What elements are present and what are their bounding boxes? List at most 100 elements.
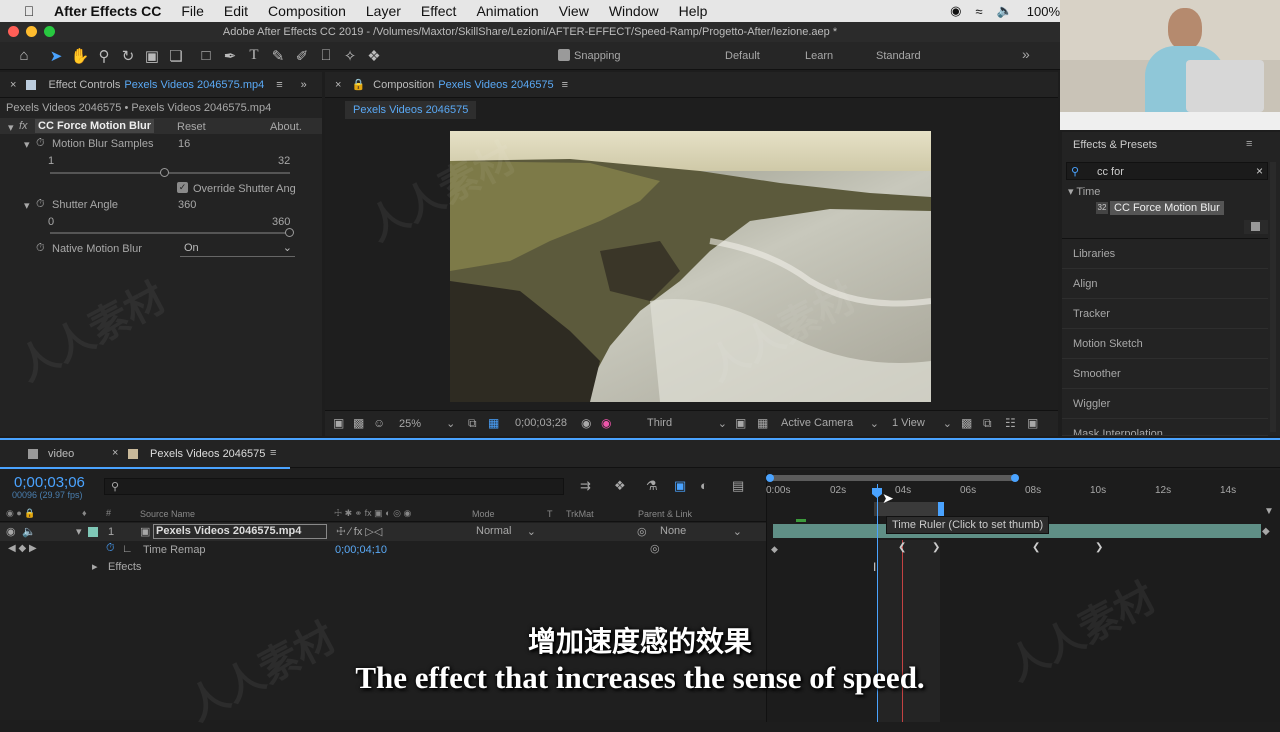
menu-view[interactable]: View: [559, 3, 589, 19]
draft-3d-icon[interactable]: ❖: [614, 478, 626, 494]
motion-sketch-panel[interactable]: Motion Sketch: [1062, 329, 1268, 359]
comp-timecode[interactable]: 0;00;03;28: [515, 417, 567, 429]
parent-link-header[interactable]: Parent & Link: [638, 509, 692, 519]
frame-blending-icon[interactable]: ▣: [674, 478, 686, 494]
tab-pexels-comp[interactable]: Pexels Videos 2046575: [150, 448, 265, 460]
effect-controls-tab-label[interactable]: Effect Controls: [48, 79, 120, 91]
graph-icon[interactable]: ∟: [122, 543, 133, 555]
menu-window[interactable]: Window: [609, 3, 659, 19]
selection-tool-icon[interactable]: ➤: [44, 45, 68, 67]
about-link[interactable]: About.: [270, 121, 302, 133]
expand-panels-icon[interactable]: »: [301, 79, 307, 91]
camera-tool-icon[interactable]: ▣: [140, 45, 164, 67]
always-preview-icon[interactable]: ▣: [333, 416, 344, 430]
volume-icon[interactable]: 🔈: [997, 3, 1013, 19]
stopwatch-icon[interactable]: ⏱: [36, 198, 45, 211]
panel-menu-icon[interactable]: ≡: [270, 447, 276, 459]
keyframe-easy-ease-icon[interactable]: ❮: [1032, 542, 1040, 553]
keyframe-easy-ease-icon[interactable]: ❮: [898, 542, 906, 553]
menu-help[interactable]: Help: [679, 3, 708, 19]
close-tab-icon[interactable]: ×: [335, 79, 341, 91]
effects-label[interactable]: Effects: [108, 561, 141, 573]
menu-effect[interactable]: Effect: [421, 3, 457, 19]
pan-behind-tool-icon[interactable]: ❏: [164, 45, 188, 67]
record-icon[interactable]: ◉: [950, 3, 961, 19]
layer-switches-icons[interactable]: ☩ ∕ fx ▷◁: [336, 525, 382, 538]
trkmat-header[interactable]: TrkMat: [566, 509, 594, 519]
effect-name[interactable]: CC Force Motion Blur: [35, 119, 155, 133]
rotate-tool-icon[interactable]: ↻: [116, 45, 140, 67]
fast-previews-icon[interactable]: ▣: [1027, 416, 1038, 430]
workspace-learn[interactable]: Learn: [805, 50, 833, 62]
rectangle-tool-icon[interactable]: □: [194, 45, 218, 67]
tracker-panel[interactable]: Tracker: [1062, 299, 1268, 329]
composition-tab-label[interactable]: Composition: [373, 79, 434, 91]
workspace-default[interactable]: Default: [725, 50, 760, 62]
native-motion-blur-select[interactable]: On ⌄: [180, 241, 295, 257]
keyframe-icon[interactable]: ◆: [771, 544, 778, 555]
app-menu[interactable]: After Effects CC: [54, 3, 161, 19]
home-icon[interactable]: ⌂: [12, 45, 36, 67]
more-workspaces-icon[interactable]: »: [1022, 46, 1030, 62]
region-of-interest-icon[interactable]: ▣: [735, 416, 746, 430]
shutter-angle-value[interactable]: 360: [178, 199, 196, 211]
tab-video[interactable]: video: [48, 448, 74, 460]
panel-menu-icon[interactable]: ≡: [276, 79, 282, 91]
monitor-icon[interactable]: ▩: [353, 416, 364, 430]
wiggler-panel[interactable]: Wiggler: [1062, 389, 1268, 419]
flowchart-icon[interactable]: ☷: [1005, 416, 1016, 430]
puppet-pin-tool-icon[interactable]: ❖: [362, 45, 386, 67]
disclosure-triangle-icon[interactable]: ▸: [92, 560, 98, 573]
zoom-select[interactable]: 25% ⌄: [399, 417, 455, 430]
menu-animation[interactable]: Animation: [476, 3, 538, 19]
mask-interpolation-panel[interactable]: Mask Interpolation: [1062, 419, 1268, 436]
snapping-checkbox[interactable]: [558, 49, 570, 61]
hand-tool-icon[interactable]: ✋: [68, 45, 92, 67]
composition-tab-name[interactable]: Pexels Videos 2046575: [438, 79, 553, 91]
timeline-timecode[interactable]: 0;00;03;06: [14, 474, 85, 491]
time-remap-value[interactable]: 0;00;04;10: [335, 544, 387, 556]
menu-file[interactable]: File: [181, 3, 204, 19]
brush-tool-icon[interactable]: ✎: [266, 45, 290, 67]
motion-blur-samples-value[interactable]: 16: [178, 138, 190, 150]
disclosure-triangle-icon[interactable]: ▾: [76, 525, 82, 538]
time-ruler[interactable]: 0:00s 02s 04s 06s 08s 10s 12s 14s: [766, 470, 1266, 504]
workspace-standard[interactable]: Standard: [876, 50, 921, 62]
type-tool-icon[interactable]: T: [242, 45, 266, 67]
close-tab-icon[interactable]: ×: [112, 447, 118, 459]
effects-search-field[interactable]: ⚲ cc for ×: [1066, 162, 1268, 180]
effect-result-item[interactable]: CC Force Motion Blur: [1110, 201, 1224, 215]
pickwhip-icon[interactable]: ◎: [637, 525, 647, 538]
close-window-icon[interactable]: [8, 26, 19, 37]
source-name-header[interactable]: Source Name: [140, 509, 195, 519]
shy-layers-icon[interactable]: ⚗: [646, 478, 658, 494]
category-time[interactable]: ▾ Time: [1068, 185, 1100, 198]
motion-blur-icon[interactable]: ◐: [700, 478, 708, 493]
libraries-panel[interactable]: Libraries: [1062, 239, 1268, 269]
camera-select[interactable]: Active Camera ⌄: [781, 417, 879, 430]
comp-sub-tab[interactable]: Pexels Videos 2046575: [345, 101, 477, 119]
fx-icon[interactable]: fx: [19, 120, 28, 132]
disclosure-triangle-icon[interactable]: ▾: [24, 138, 30, 151]
clone-stamp-tool-icon[interactable]: ✐: [290, 45, 314, 67]
stopwatch-icon[interactable]: ⏱: [36, 137, 45, 150]
end-marker-icon[interactable]: ▼: [1264, 506, 1274, 517]
snapshot-icon[interactable]: ◉: [581, 416, 591, 430]
zoom-window-icon[interactable]: [44, 26, 55, 37]
toggle-transparency-icon[interactable]: ▦: [757, 416, 768, 430]
reset-link[interactable]: Reset: [177, 121, 206, 133]
minimize-window-icon[interactable]: [26, 26, 37, 37]
pen-tool-icon[interactable]: ✒: [218, 45, 242, 67]
battery-percent[interactable]: 100%: [1027, 4, 1060, 19]
effect-controls-tab-file[interactable]: Pexels Videos 2046575.mp4: [124, 79, 264, 91]
smoother-panel[interactable]: Smoother: [1062, 359, 1268, 389]
3d-view-icon[interactable]: ▩: [961, 416, 972, 430]
layer-end-handle-icon[interactable]: ◆: [1262, 526, 1270, 537]
parent-select[interactable]: None ⌄: [660, 525, 742, 538]
fit-icon[interactable]: ⧉: [468, 416, 477, 431]
timeline-search[interactable]: ⚲: [104, 478, 564, 495]
stopwatch-icon[interactable]: ⏱: [106, 542, 115, 555]
new-folder-icon[interactable]: [1244, 220, 1268, 234]
angle-slider-knob[interactable]: [285, 228, 294, 237]
close-tab-icon[interactable]: ×: [10, 79, 16, 91]
